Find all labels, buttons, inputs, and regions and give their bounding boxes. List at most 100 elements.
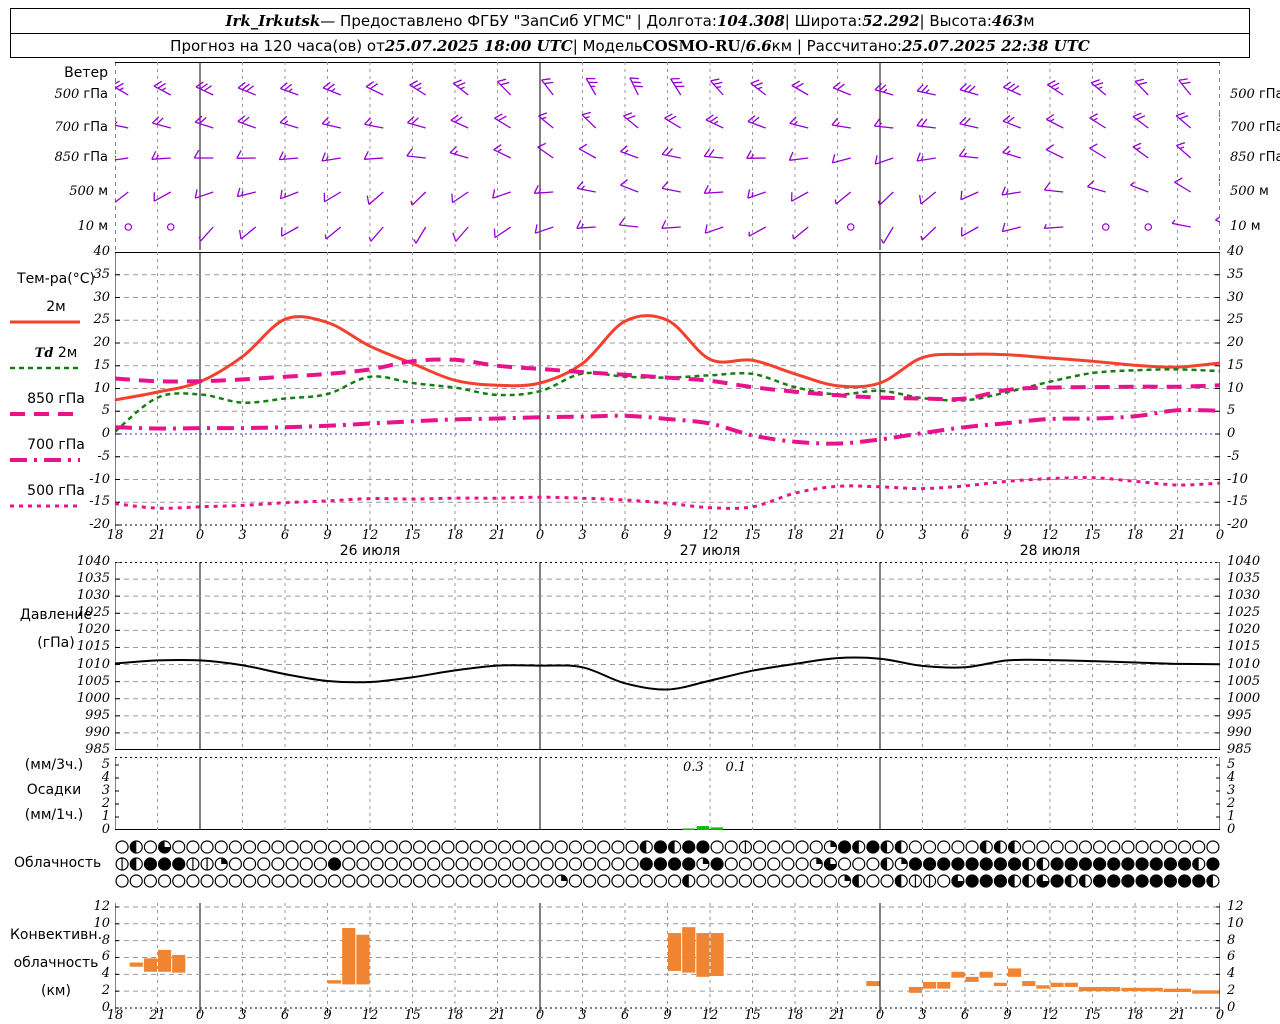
wind-barb-icon xyxy=(793,226,809,240)
conv-y-label-right: 12 xyxy=(1227,898,1244,914)
cloud-cover-icon xyxy=(1092,874,1107,888)
wind-level-unit: гПа xyxy=(1258,87,1280,102)
cloud-cover-icon xyxy=(554,840,568,854)
calm-circle-icon xyxy=(846,223,855,231)
cloud-cover-icon xyxy=(965,857,979,871)
cloud-cover-icon xyxy=(115,840,129,854)
wind-barb-feather xyxy=(831,117,839,126)
temp-time-tick-label: 9 xyxy=(1003,528,1012,543)
wind-barb-feather xyxy=(661,219,667,229)
header-line2: Прогноз на 120 часа(ов) от 25.07.2025 18… xyxy=(11,33,1249,58)
pressure-y-label-left: 990 xyxy=(85,724,110,740)
cloud-cover-icon xyxy=(285,857,299,871)
cloud-cover-icon xyxy=(767,874,781,888)
conv-y-label-right: 6 xyxy=(1227,949,1236,965)
convective-cloud-bar xyxy=(1121,987,1163,992)
cloud-cover-icon xyxy=(922,857,937,871)
pressure-y-label-right: 1015 xyxy=(1227,639,1261,655)
cloud-cover-icon xyxy=(271,874,285,888)
wind-barb-feather xyxy=(413,239,417,244)
wind-barb-icon xyxy=(279,157,299,161)
cloud-cover-icon xyxy=(483,840,498,854)
cloud-cover-icon xyxy=(738,857,753,871)
convective-cloud-bar xyxy=(1050,982,1064,987)
cloud-cover-icon xyxy=(653,857,668,871)
wind-barb-feather xyxy=(409,80,418,86)
convective-cloud-bar xyxy=(342,928,356,985)
cloud-cover-icon xyxy=(625,840,639,854)
conv-y-label-right: 10 xyxy=(1227,915,1244,931)
conv-y-label-right: 8 xyxy=(1227,932,1236,948)
pressure-y-label-right: 1010 xyxy=(1227,656,1261,672)
temp-y-label-right: 35 xyxy=(1227,266,1244,282)
wind-level-label: 850 гПа xyxy=(1230,151,1280,165)
cloud-cover-icon xyxy=(1121,857,1135,871)
convective-cloud-bar xyxy=(143,958,157,972)
wind-barb-feather xyxy=(541,116,547,120)
cloud-cover-icon xyxy=(427,840,441,854)
wind-barb-feather xyxy=(751,192,754,197)
conv-time-tick-label: 15 xyxy=(404,1008,421,1023)
wind-barb-icon xyxy=(321,157,341,162)
cloud-cover-icon xyxy=(384,857,398,871)
wind-barb-feather xyxy=(716,86,722,89)
cloud-cover-icon xyxy=(1107,840,1121,854)
conv-time-tick-label: 9 xyxy=(1003,1008,1012,1023)
wind-barbs-plot xyxy=(115,62,1220,250)
wind-barb-icon xyxy=(492,191,511,199)
convective-cloud-bar xyxy=(1022,981,1036,987)
wind-level-unit: гПа xyxy=(83,87,108,102)
cloud-cover-icon xyxy=(441,857,455,871)
wind-barb-icon xyxy=(661,226,681,229)
wind-barb-icon xyxy=(959,155,979,159)
wind-barb-feather xyxy=(1176,142,1186,147)
wind-level-number: 500 xyxy=(54,87,84,102)
header-segment: 25.07.2025 18:00 UTC xyxy=(384,37,573,55)
wind-barb-feather xyxy=(1097,86,1103,90)
cloud-cover-icon xyxy=(327,874,342,888)
convective-cloud-bar xyxy=(668,933,682,971)
temp-time-tick-label: 12 xyxy=(361,528,379,543)
wind-barb-feather xyxy=(278,151,284,160)
temp-legend-line-sample xyxy=(8,457,82,463)
convective-cloud-bar xyxy=(965,976,979,982)
conv-time-tick-label: 3 xyxy=(918,1008,927,1023)
wind-barb-feather xyxy=(533,184,539,194)
cloud-cover-quarter xyxy=(561,875,568,881)
wind-barb-feather xyxy=(241,116,250,124)
wind-barb-feather xyxy=(406,148,413,157)
wind-barb-feather xyxy=(1134,78,1144,82)
conv-time-tick-label: 12 xyxy=(701,1008,719,1023)
pressure-y-label-left: 1020 xyxy=(76,622,110,638)
wind-barb-feather xyxy=(1138,81,1148,86)
wind-barb-feather xyxy=(918,194,922,205)
wind-barb-feather xyxy=(497,148,502,153)
cloud-cover-icon xyxy=(1036,840,1050,854)
wind-level-number: 700 xyxy=(1230,120,1259,135)
wind-barb-feather xyxy=(629,77,639,80)
wind-barb-feather xyxy=(874,83,882,91)
wind-barb-feather xyxy=(831,154,836,164)
wind-barb-icon xyxy=(747,191,766,199)
cloud-cover-icon xyxy=(795,857,809,871)
wind-barb-feather xyxy=(1006,150,1011,155)
convective-cloud-bar xyxy=(158,949,172,972)
wind-barb-icon xyxy=(789,122,809,129)
wind-barb-icon xyxy=(920,191,937,205)
header-segment: 25.07.2025 22:38 UTC xyxy=(901,37,1090,55)
wind-barb-feather xyxy=(1049,118,1055,122)
conv-time-tick-label: 21 xyxy=(829,1008,846,1023)
header-segment: км | Рассчитано: xyxy=(771,37,902,55)
wind-barb-feather xyxy=(1089,113,1098,119)
cloud-cover-icon xyxy=(809,874,823,888)
cloud-cover-icon xyxy=(186,840,200,854)
wind-level-unit: м xyxy=(1250,219,1261,234)
wind-barb-feather xyxy=(283,120,289,125)
cloud-cover-icon xyxy=(639,857,653,871)
wind-barb-feather xyxy=(1001,222,1006,232)
cloud-cover-icon xyxy=(1050,857,1064,871)
wind-barb-feather xyxy=(331,87,336,92)
cloud-cover-icon xyxy=(1135,857,1149,871)
calm-circle-icon xyxy=(124,223,133,231)
cloud-cover-icon xyxy=(625,857,639,871)
